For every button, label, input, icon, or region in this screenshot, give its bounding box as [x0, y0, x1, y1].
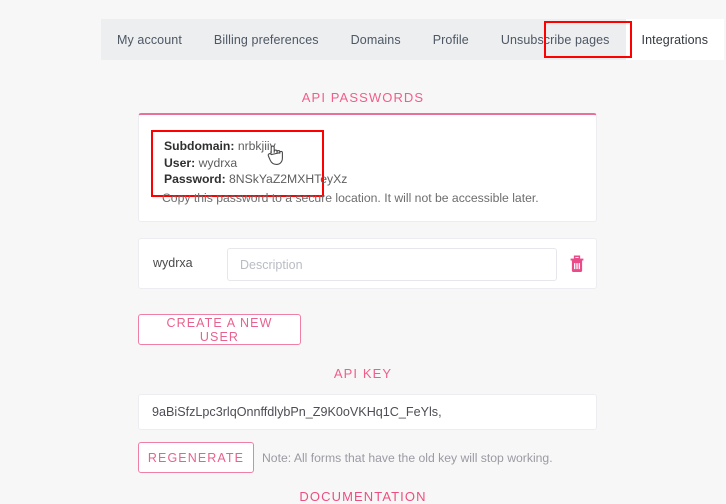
credential-user: User: wydrxa	[164, 155, 312, 172]
description-input[interactable]	[227, 248, 557, 281]
create-new-user-button[interactable]: CREATE A NEW USER	[138, 314, 301, 345]
trash-icon	[570, 255, 584, 272]
api-user-row: wydrxa	[138, 238, 597, 289]
user-label: User:	[164, 155, 196, 170]
tab-domains[interactable]: Domains	[335, 19, 417, 60]
tab-my-account[interactable]: My account	[101, 19, 198, 60]
api-passwords-heading: API PASSWORDS	[301, 90, 425, 105]
user-value: wydrxa	[198, 155, 238, 170]
tab-unsubscribe-pages[interactable]: Unsubscribe pages	[485, 19, 626, 60]
credentials-highlight-box: Subdomain: nrbkjiiy User: wydrxa Passwor…	[151, 130, 347, 197]
tab-profile[interactable]: Profile	[417, 19, 485, 60]
regenerate-note: Note: All forms that have the old key wi…	[262, 451, 553, 465]
subdomain-value: nrbkjiiy	[237, 139, 276, 153]
password-label: Password:	[164, 172, 226, 186]
credential-password: Password: 8NSkYaZ2MXHTeyXz	[164, 171, 347, 188]
credentials-card: Subdomain: nrbkjiiy User: wydrxa Passwor…	[138, 113, 597, 222]
tab-integrations[interactable]: Integrations	[625, 19, 725, 60]
api-user-name: wydrxa	[153, 256, 193, 270]
api-key-input[interactable]	[138, 394, 597, 430]
api-key-heading: API KEY	[333, 366, 393, 381]
delete-user-button[interactable]	[566, 253, 588, 275]
tab-billing-preferences[interactable]: Billing preferences	[198, 19, 335, 60]
subdomain-label: Subdomain:	[164, 139, 235, 153]
regenerate-key-button[interactable]: REGENERATE	[138, 442, 254, 473]
settings-tabbar: My account Billing preferences Domains P…	[101, 19, 725, 60]
documentation-heading: DOCUMENTATION	[299, 489, 427, 504]
password-value: 8NSkYaZ2MXHTeyXz	[229, 172, 348, 186]
credential-subdomain: Subdomain: nrbkjiiy	[164, 138, 312, 155]
password-copy-note: Copy this password to a secure location.…	[162, 191, 539, 205]
